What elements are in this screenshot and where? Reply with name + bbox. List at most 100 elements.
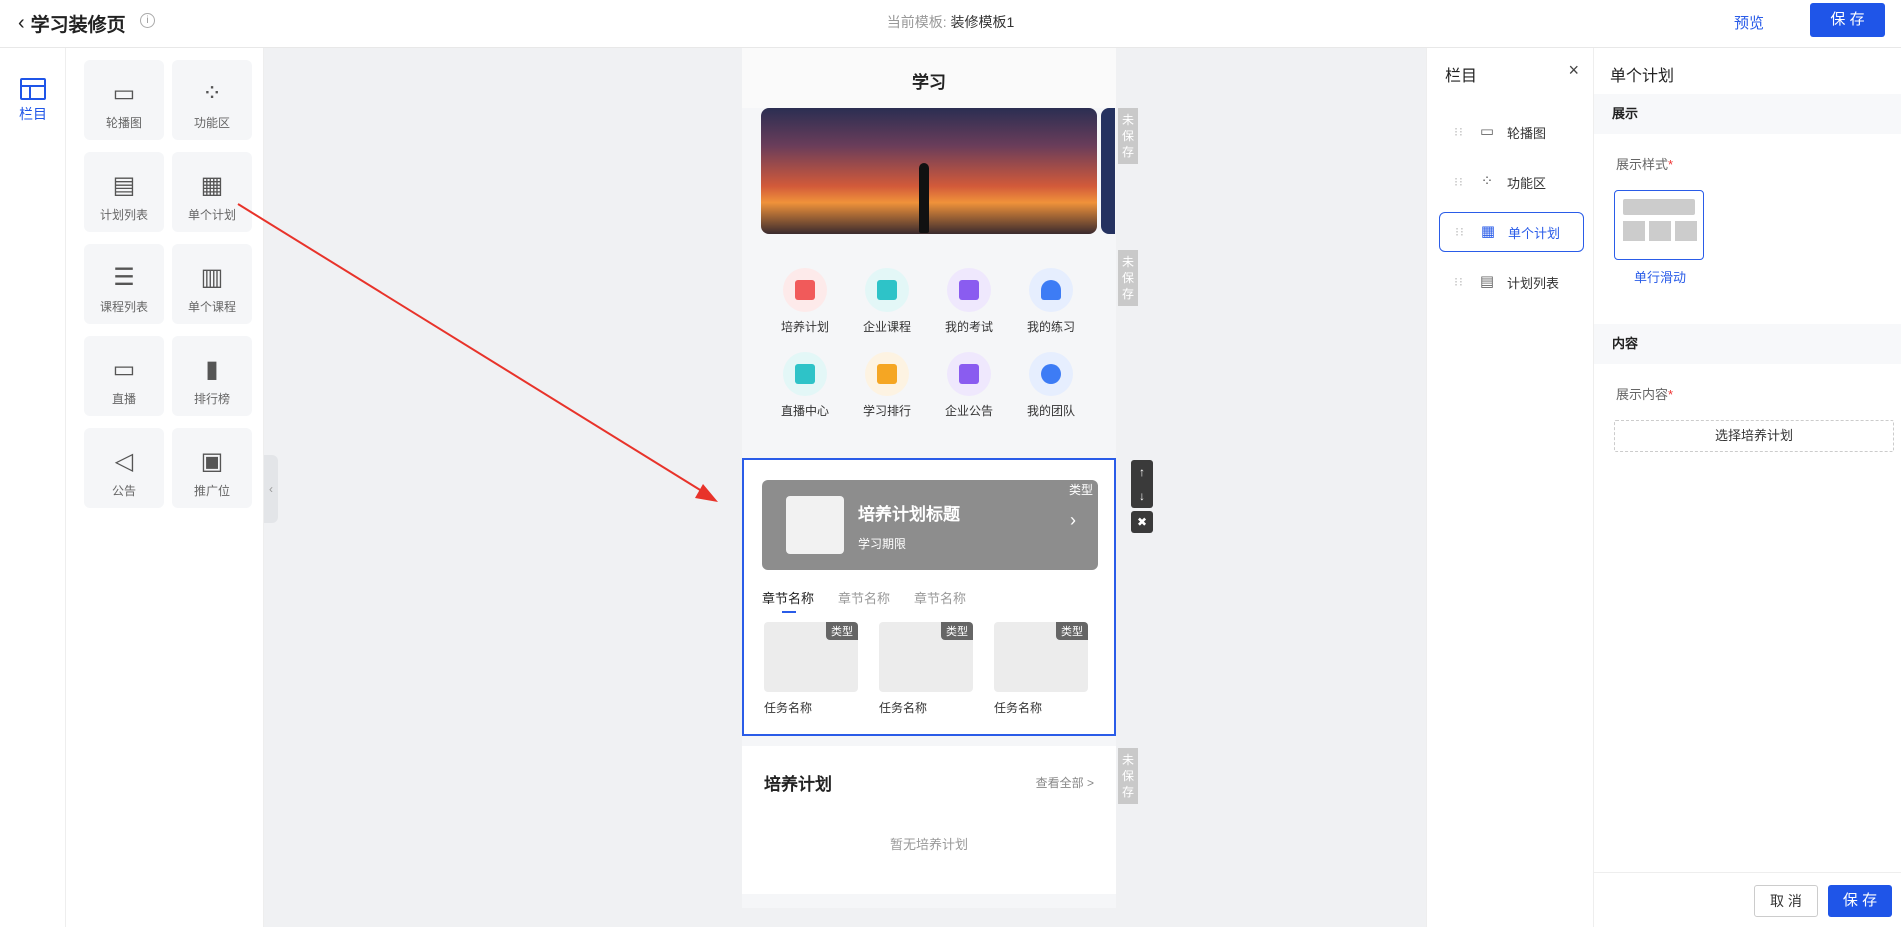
component-single-plan[interactable]: ▦ 单个计划 — [172, 152, 252, 232]
function-item[interactable]: 学习排行 — [854, 352, 920, 419]
component-ranking[interactable]: ▮ 排行榜 — [172, 336, 252, 416]
save-button-top[interactable]: 保 存 — [1810, 3, 1885, 37]
image-icon: ▭ — [1479, 123, 1495, 140]
chapter-tab-active[interactable]: 章节名称 — [762, 588, 814, 613]
component-panel: ▭ 轮播图 ⁘ 功能区 ▤ 计划列表 ▦ 单个计划 ☰ 课程列表 ▥ 单个课程 ▭ 直播 ▮ 排… — [66, 48, 264, 927]
collapse-panel-toggle[interactable]: ‹ — [264, 455, 278, 523]
outline-item-functions[interactable]: ⁝⁝ ⁘ 功能区 — [1439, 162, 1584, 202]
view-all-link[interactable]: 查看全部 > — [1036, 774, 1094, 791]
outline-title: 栏目 — [1445, 68, 1478, 85]
function-item[interactable]: 企业课程 — [854, 268, 920, 335]
function-item[interactable]: 我的团队 — [1018, 352, 1084, 419]
grid-icon: ⁘ — [201, 80, 223, 107]
exam-icon — [947, 268, 991, 312]
display-style-label-text: 展示样式 — [1616, 157, 1669, 172]
component-course-list[interactable]: ☰ 课程列表 — [84, 244, 164, 324]
function-item[interactable]: 培养计划 — [772, 268, 838, 335]
outline-item-single-plan[interactable]: ⁝⁝ ▦ 单个计划 — [1439, 212, 1584, 252]
component-label: 单个课程 — [187, 300, 236, 314]
trash-icon[interactable]: ✖ — [1131, 511, 1153, 533]
carousel-banner[interactable] — [761, 108, 1097, 234]
picture-icon: ▣ — [200, 448, 224, 475]
image-icon — [1675, 221, 1697, 241]
close-icon[interactable]: × — [1568, 60, 1579, 81]
cancel-button[interactable]: 取 消 — [1754, 885, 1818, 917]
task-thumbnail-placeholder: 类型 — [764, 622, 858, 692]
display-style-label: 展示样式* — [1616, 157, 1674, 172]
arrow-up-icon[interactable]: ↑ — [1131, 460, 1153, 484]
preview-link[interactable]: 预览 — [1734, 12, 1764, 33]
plan-list-title: 培养计划 — [764, 775, 832, 794]
choose-plan-button[interactable]: 选择培养计划 — [1614, 420, 1894, 452]
chapter-tabs: 章节名称 章节名称 章节名称 — [762, 588, 966, 613]
save-button[interactable]: 保 存 — [1828, 885, 1892, 917]
ranking-icon — [865, 352, 909, 396]
video-icon: ▭ — [112, 356, 136, 383]
component-label: 计划列表 — [99, 208, 148, 222]
calendar-stack-icon: ▤ — [1479, 273, 1495, 290]
task-card[interactable]: 类型 任务名称 — [879, 622, 973, 716]
drag-handle-icon[interactable]: ⁝⁝ — [1447, 125, 1471, 139]
style-preview-bar — [1623, 199, 1695, 215]
function-item[interactable]: 直播中心 — [772, 352, 838, 419]
function-item[interactable]: 企业公告 — [936, 352, 1002, 419]
component-function-area[interactable]: ⁘ 功能区 — [172, 60, 252, 140]
calendar-icon: ▦ — [200, 172, 224, 199]
outline-item-carousel[interactable]: ⁝⁝ ▭ 轮播图 — [1439, 112, 1584, 152]
component-label: 功能区 — [193, 116, 230, 130]
current-template: 当前模板: 装修模板1 — [0, 12, 1901, 32]
style-option-single-row[interactable] — [1614, 190, 1704, 260]
outline-item-label: 单个计划 — [1508, 225, 1561, 241]
style-option-label[interactable]: 单行滑动 — [1610, 267, 1710, 286]
plan-card[interactable]: 培养计划标题 学习期限 › 类型 — [762, 480, 1098, 570]
calendar-icon: ▦ — [1480, 223, 1496, 240]
drag-handle-icon[interactable]: ⁝⁝ — [1447, 175, 1471, 189]
unsaved-badge-carousel: 未保存 — [1118, 108, 1138, 164]
function-label: 学习排行 — [862, 404, 911, 418]
arrow-down-icon[interactable]: ↓ — [1131, 484, 1153, 508]
outline-item-label: 计划列表 — [1507, 275, 1560, 291]
move-up-down-control[interactable]: ↑ ↓ — [1131, 460, 1153, 508]
phone-title: 学习 — [742, 48, 1116, 108]
section-display: 展示 — [1594, 94, 1901, 134]
calendar-stack-icon: ▤ — [112, 172, 136, 199]
carousel-next-slide — [1101, 108, 1115, 234]
rail-item-columns[interactable]: 栏目 — [12, 78, 54, 124]
unsaved-badge-plan-list: 未保存 — [1118, 748, 1138, 804]
chapter-tab[interactable]: 章节名称 — [914, 588, 966, 607]
component-promotion[interactable]: ▣ 推广位 — [172, 428, 252, 508]
drag-handle-icon[interactable]: ⁝⁝ — [1447, 275, 1471, 289]
function-item[interactable]: 我的考试 — [936, 268, 1002, 335]
task-type-tag: 类型 — [941, 622, 973, 640]
component-plan-list[interactable]: ▤ 计划列表 — [84, 152, 164, 232]
banner-figure — [919, 163, 929, 233]
task-card[interactable]: 类型 任务名称 — [994, 622, 1088, 716]
grid-icon: ⁘ — [1480, 173, 1494, 190]
component-single-course[interactable]: ▥ 单个课程 — [172, 244, 252, 324]
outline-item-plan-list[interactable]: ⁝⁝ ▤ 计划列表 — [1439, 262, 1584, 302]
drag-handle-icon[interactable]: ⁝⁝ — [1448, 225, 1472, 239]
component-announcement[interactable]: ◁ 公告 — [84, 428, 164, 508]
task-type-tag: 类型 — [826, 622, 858, 640]
outline-item-label: 功能区 — [1507, 175, 1547, 191]
layout-icon — [20, 78, 46, 100]
plan-title: 培养计划标题 — [858, 505, 960, 524]
single-plan-module[interactable]: 培养计划标题 学习期限 › 类型 章节名称 章节名称 章节名称 类型 任务名称 … — [742, 458, 1116, 736]
function-item[interactable]: 我的练习 — [1018, 268, 1084, 335]
component-label: 排行榜 — [193, 392, 230, 406]
chapter-tab[interactable]: 章节名称 — [838, 588, 890, 607]
plan-book-icon — [783, 268, 827, 312]
component-label: 轮播图 — [105, 116, 142, 130]
left-rail: 栏目 — [0, 48, 66, 927]
settings-footer: 取 消 保 存 — [1594, 872, 1901, 927]
plan-list-module[interactable]: 培养计划 查看全部 > 暂无培养计划 — [742, 746, 1116, 894]
component-label: 公告 — [111, 484, 136, 498]
image-icon — [1623, 221, 1645, 241]
task-card[interactable]: 类型 任务名称 — [764, 622, 858, 716]
function-label: 直播中心 — [780, 404, 829, 418]
task-thumbnail-placeholder: 类型 — [994, 622, 1088, 692]
component-live[interactable]: ▭ 直播 — [84, 336, 164, 416]
function-label: 培养计划 — [780, 320, 829, 334]
component-carousel[interactable]: ▭ 轮播图 — [84, 60, 164, 140]
team-icon — [1029, 352, 1073, 396]
